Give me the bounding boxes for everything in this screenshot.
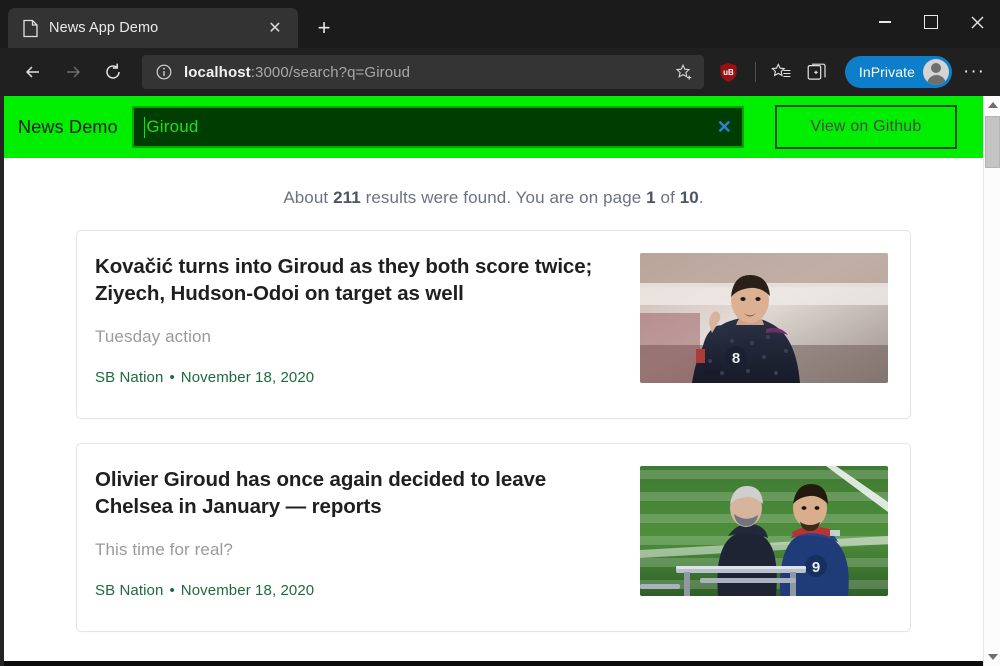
maximize-button[interactable] (908, 0, 954, 44)
meta-separator: • (169, 582, 175, 600)
article-subtitle: This time for real? (95, 540, 233, 560)
article-title[interactable]: Kovačić turns into Giroud as they both s… (95, 253, 624, 307)
page-icon (22, 19, 39, 38)
results-total: 10 (679, 188, 699, 207)
article-source: SB Nation (95, 582, 164, 600)
page-viewport: News Demo Giroud ✕ View on Github About … (0, 96, 1000, 666)
site-header: News Demo Giroud ✕ View on Github (4, 96, 983, 158)
tab-strip: News App Demo ✕ + (0, 0, 1000, 48)
address-bar[interactable]: localhost:3000/search?q=Giroud (142, 55, 704, 89)
toolbar-divider (754, 62, 756, 82)
tab-title: News App Demo (49, 20, 159, 36)
scroll-down-arrow-icon[interactable] (984, 648, 1000, 666)
scroll-up-arrow-icon[interactable] (984, 96, 1000, 114)
favorites-list-icon[interactable] (765, 56, 799, 88)
article-body: Kovačić turns into Giroud as they both s… (95, 253, 624, 386)
scrollbar-thumb[interactable] (985, 116, 1000, 168)
text-caret (143, 116, 146, 138)
list-item[interactable]: Kovačić turns into Giroud as they both s… (76, 230, 911, 419)
settings-menu-icon[interactable]: ··· (956, 56, 992, 88)
meta-separator: • (169, 369, 175, 387)
url-host: localhost (184, 63, 251, 81)
browser-window: News App Demo ✕ + localhost:3000/search?… (0, 0, 1000, 666)
results-page: 1 (646, 188, 656, 207)
window-controls (862, 0, 1000, 44)
star-plus-icon[interactable] (670, 58, 700, 86)
browser-tab[interactable]: News App Demo ✕ (8, 8, 298, 48)
results-prefix: About (283, 188, 334, 207)
article-source: SB Nation (95, 369, 164, 387)
horizontal-scrollbar[interactable] (4, 661, 983, 666)
article-body: Olivier Giroud has once again decided to… (95, 466, 624, 599)
minimize-button[interactable] (862, 0, 908, 44)
clear-search-icon[interactable]: ✕ (717, 118, 732, 136)
results-summary: About 211 results were found. You are on… (4, 158, 983, 230)
article-meta: SB Nation • November 18, 2020 (95, 369, 624, 386)
results-list: Kovačić turns into Giroud as they both s… (4, 230, 983, 632)
view-on-github-button[interactable]: View on Github (775, 105, 957, 149)
article-thumbnail[interactable]: 8 (640, 253, 888, 383)
close-icon[interactable]: ✕ (262, 15, 288, 41)
inprivate-label: InPrivate (858, 64, 915, 80)
browser-toolbar: localhost:3000/search?q=Giroud uB InPriv… (0, 48, 1000, 96)
svg-text:uB: uB (724, 67, 735, 76)
collections-icon[interactable] (801, 56, 835, 88)
svg-text:8: 8 (732, 350, 740, 367)
article-date: November 18, 2020 (180, 582, 315, 600)
article-title[interactable]: Olivier Giroud has once again decided to… (95, 466, 624, 520)
url-path: :3000/search?q=Giroud (250, 63, 411, 81)
results-of: of (655, 188, 680, 207)
inprivate-profile-button[interactable]: InPrivate (844, 56, 952, 88)
vertical-scrollbar[interactable] (983, 96, 1000, 666)
avatar-icon (923, 59, 949, 85)
url-text: localhost:3000/search?q=Giroud (176, 64, 670, 81)
results-middle: results were found. You are on page (360, 188, 647, 207)
close-window-button[interactable] (954, 0, 1000, 44)
page-content: News Demo Giroud ✕ View on Github About … (4, 96, 983, 666)
article-subtitle: Tuesday action (95, 327, 212, 347)
results-suffix: . (698, 188, 704, 207)
site-info-icon[interactable] (152, 60, 176, 84)
site-brand: News Demo (18, 116, 118, 137)
search-field-wrapper: Giroud ✕ (131, 106, 744, 148)
back-icon[interactable] (14, 55, 52, 89)
article-thumbnail[interactable]: 9 (640, 466, 888, 596)
search-input-value: Giroud (146, 117, 199, 136)
svg-text:9: 9 (812, 559, 820, 576)
refresh-icon[interactable] (94, 55, 132, 89)
results-count: 211 (333, 188, 361, 207)
ublock-shield-icon[interactable]: uB (712, 56, 746, 88)
search-input[interactable]: Giroud ✕ (131, 106, 744, 148)
forward-icon[interactable] (54, 55, 92, 89)
article-date: November 18, 2020 (180, 369, 315, 387)
article-meta: SB Nation • November 18, 2020 (95, 582, 624, 599)
list-item[interactable]: Olivier Giroud has once again decided to… (76, 443, 911, 632)
new-tab-button[interactable]: + (308, 12, 340, 44)
